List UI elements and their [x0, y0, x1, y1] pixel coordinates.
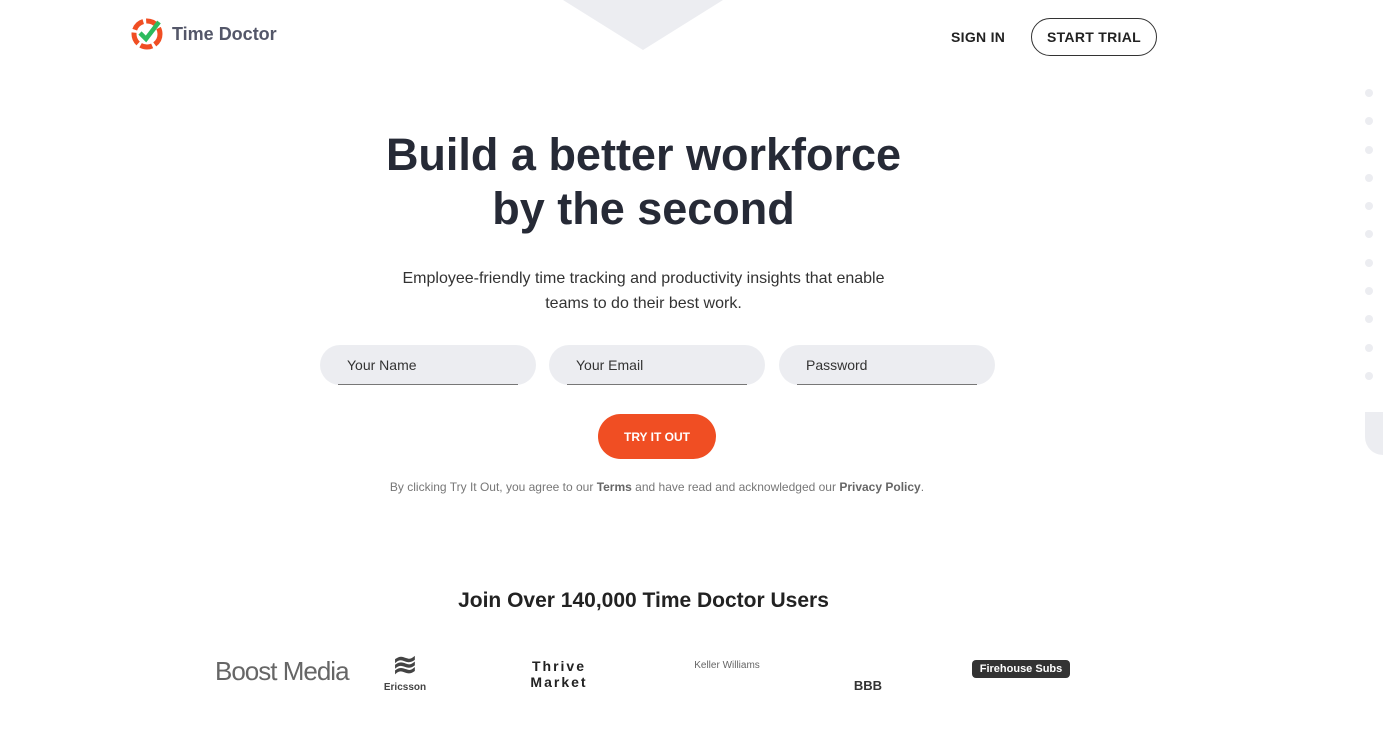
password-input[interactable]: Password [779, 345, 995, 385]
subtitle-line-2: teams to do their best work. [545, 295, 742, 312]
dot[interactable] [1365, 145, 1373, 154]
customer-logos: Boost Media ≋ Ericsson Thrive Market Kell… [0, 650, 1383, 700]
time-doctor-logo-icon [131, 18, 163, 50]
decorative-triangle [563, 0, 723, 50]
name-input[interactable]: Your Name [320, 345, 536, 385]
dot[interactable] [1365, 117, 1373, 126]
slide-indicator-dots [1365, 89, 1373, 400]
logo-thrive-market: Thrive Market [530, 658, 588, 690]
hero-title: Build a better workforce by the second [0, 128, 1287, 236]
brand-name: Time Doctor [172, 23, 277, 44]
ericsson-label: Ericsson [383, 682, 427, 693]
hero-subtitle: Employee-friendly time tracking and prod… [0, 266, 1287, 316]
legal-prefix: By clicking Try It Out, you agree to our [389, 480, 597, 494]
dot[interactable] [1365, 89, 1373, 97]
hero-title-line-2: by the second [492, 183, 795, 234]
logo-bbb: BBB [853, 678, 883, 693]
subtitle-line-1: Employee-friendly time tracking and prod… [402, 270, 885, 287]
logo-firehouse-subs: Firehouse Subs [972, 660, 1070, 678]
legal-middle: and have read and acknowledged our [631, 480, 840, 494]
dot[interactable] [1365, 173, 1373, 182]
dot[interactable] [1365, 343, 1373, 352]
dot[interactable] [1365, 202, 1373, 211]
logo-ericsson: ≋ Ericsson [383, 649, 427, 694]
brand-logo[interactable]: Time Doctor [130, 17, 277, 51]
privacy-policy-link[interactable]: Privacy Policy [839, 480, 920, 494]
legal-suffix: . [920, 480, 925, 494]
logo-boost-media: Boost Media [215, 656, 350, 686]
dot[interactable] [1365, 371, 1373, 380]
try-it-out-button[interactable]: TRY IT OUT [598, 414, 716, 459]
hero-title-line-1: Build a better workforce [385, 129, 902, 180]
start-trial-button[interactable]: START TRIAL [1031, 18, 1157, 56]
dot[interactable] [1365, 287, 1373, 296]
terms-link[interactable]: Terms [597, 480, 632, 494]
email-input[interactable]: Your Email [549, 345, 765, 385]
sign-in-link[interactable]: SIGN IN [951, 29, 1005, 45]
legal-notice: By clicking Try It Out, you agree to our… [0, 480, 1314, 494]
side-panel-tab[interactable] [1365, 412, 1383, 455]
dot[interactable] [1365, 230, 1373, 239]
customers-heading: Join Over 140,000 Time Doctor Users [458, 589, 829, 612]
dot[interactable] [1365, 315, 1373, 324]
logo-keller-williams: Keller Williams [694, 660, 760, 671]
dot[interactable] [1365, 258, 1373, 267]
